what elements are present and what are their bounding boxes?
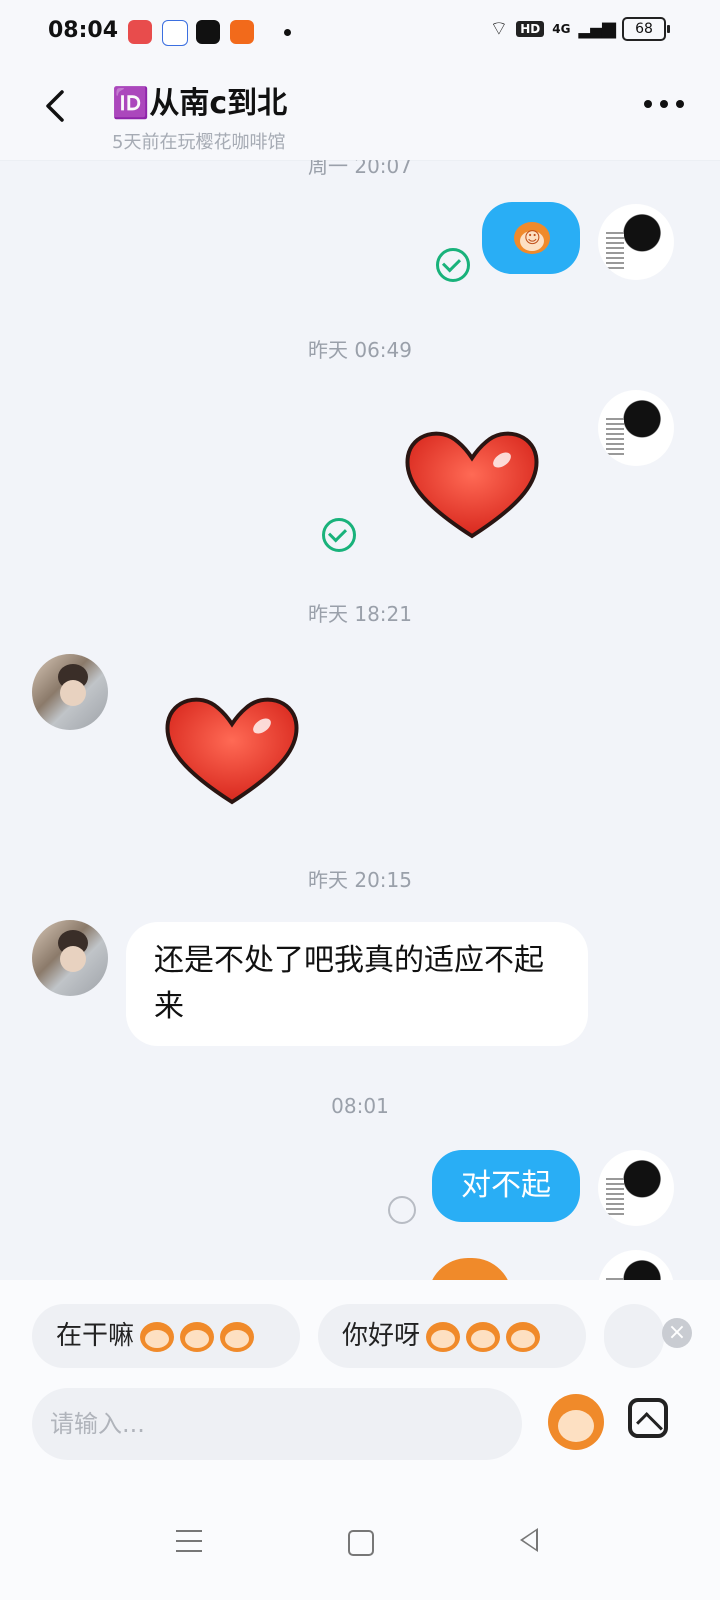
contact-status: 5天前在玩樱花咖啡馆 bbox=[112, 132, 286, 153]
sticker-button-icon[interactable] bbox=[548, 1394, 604, 1450]
back-nav-icon[interactable] bbox=[520, 1528, 538, 1552]
my-avatar[interactable] bbox=[598, 1250, 674, 1280]
contact-info[interactable]: 🆔从南c到北 5天前在玩樱花咖啡馆 bbox=[112, 78, 287, 154]
timestamp: 08:01 bbox=[331, 1094, 389, 1118]
tiktok-app-icon bbox=[196, 20, 220, 44]
signal-label: 4G bbox=[552, 21, 571, 36]
image-picker-icon[interactable] bbox=[628, 1398, 668, 1438]
video-app-icon bbox=[128, 20, 152, 44]
contact-name: 🆔从南c到北 bbox=[112, 86, 288, 121]
notification-dot-icon bbox=[284, 29, 291, 36]
status-bar: 08:04 ⌔ HD 4G ▂▄▆ 68 bbox=[0, 0, 720, 64]
wifi-icon: ⌔ bbox=[489, 16, 509, 40]
recent-apps-icon[interactable] bbox=[176, 1530, 202, 1552]
close-suggestions-icon[interactable]: × bbox=[662, 1318, 692, 1348]
monkey-smile-icon bbox=[426, 1321, 461, 1352]
message-bubble-sticker[interactable] bbox=[482, 202, 580, 274]
read-check-icon bbox=[436, 248, 470, 282]
contact-avatar[interactable] bbox=[32, 654, 108, 730]
read-check-icon bbox=[322, 518, 356, 552]
id-badge-icon: 🆔 bbox=[112, 86, 150, 121]
monkey-grin-icon bbox=[180, 1321, 215, 1352]
heart-sticker-icon[interactable] bbox=[402, 424, 542, 544]
message-bubble-text[interactable]: 还是不处了吧我真的适应不起来 bbox=[126, 922, 588, 1046]
message-input[interactable]: 请输入... bbox=[32, 1388, 522, 1460]
signal-icon: ▂▄▆ bbox=[578, 18, 616, 39]
chat-header: 🆔从南c到北 5天前在玩樱花咖啡馆 bbox=[0, 64, 720, 161]
back-arrow-icon[interactable] bbox=[36, 86, 76, 126]
status-indicators: ⌔ HD 4G ▂▄▆ 68 bbox=[489, 16, 670, 41]
timestamp: 周一 20:07 bbox=[308, 160, 412, 178]
composer-area: 在干嘛 你好呀 × 请输入... bbox=[0, 1280, 720, 1490]
message-bubble-text[interactable]: 对不起 bbox=[432, 1150, 580, 1222]
status-time: 08:04 bbox=[48, 18, 119, 43]
pending-status-icon bbox=[388, 1196, 416, 1224]
timestamp: 昨天 18:21 bbox=[308, 602, 412, 626]
my-avatar[interactable] bbox=[598, 390, 674, 466]
timestamp: 昨天 20:15 bbox=[308, 868, 412, 892]
my-avatar[interactable] bbox=[598, 204, 674, 280]
monkey-smile-icon bbox=[506, 1321, 541, 1352]
kuaishou-app-icon bbox=[230, 20, 254, 44]
my-avatar[interactable] bbox=[598, 1150, 674, 1226]
quick-reply-chip[interactable] bbox=[604, 1304, 664, 1368]
contact-avatar[interactable] bbox=[32, 920, 108, 996]
monkey-kiss-sticker-icon bbox=[514, 222, 550, 254]
baidu-app-icon bbox=[162, 20, 188, 46]
quick-reply-chip[interactable]: 你好呀 bbox=[318, 1304, 586, 1368]
heart-sticker-icon[interactable] bbox=[162, 690, 302, 810]
monkey-smile-icon bbox=[466, 1321, 501, 1352]
battery-icon: 68 bbox=[622, 16, 670, 41]
monkey-grin-icon bbox=[140, 1321, 175, 1352]
system-nav-bar bbox=[0, 1490, 720, 1600]
quick-reply-chip[interactable]: 在干嘛 bbox=[32, 1304, 300, 1368]
monkey-grin-icon bbox=[220, 1321, 255, 1352]
hd-icon: HD bbox=[516, 20, 545, 37]
monkey-sticker-icon[interactable] bbox=[428, 1258, 512, 1280]
home-icon[interactable] bbox=[348, 1530, 374, 1556]
timestamp: 昨天 06:49 bbox=[308, 338, 412, 362]
message-list[interactable]: 周一 20:07 昨天 06:49 昨天 18:21 昨天 20:15 还是不处… bbox=[0, 160, 720, 1280]
more-options-icon[interactable] bbox=[644, 100, 684, 108]
